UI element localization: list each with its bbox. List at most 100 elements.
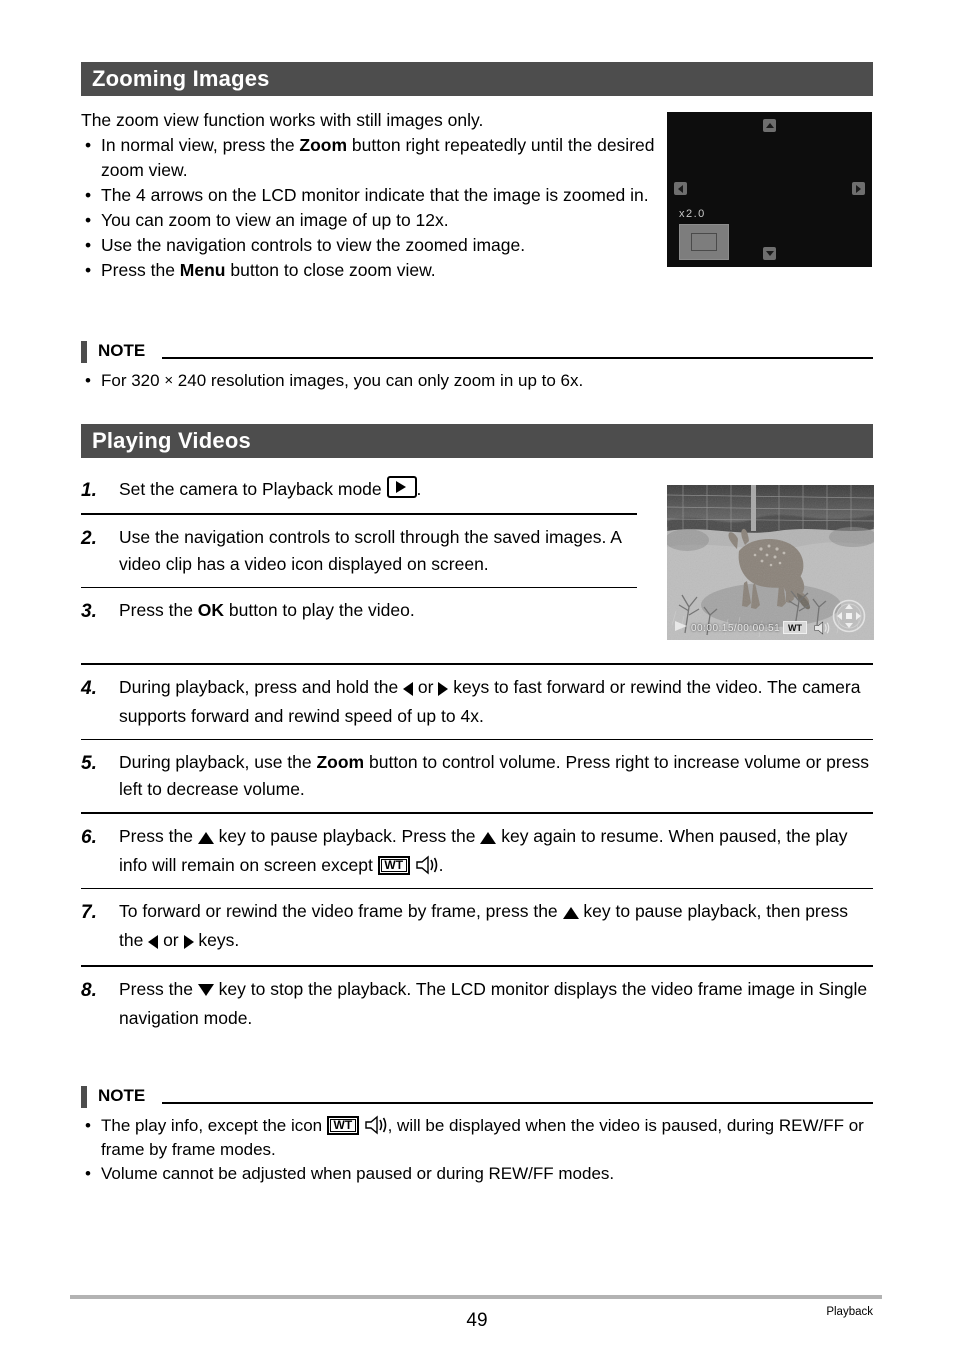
list-item: Use the navigation controls to view the … <box>81 233 656 258</box>
page-number: 49 <box>466 1310 488 1331</box>
step-4: 4. During playback, press and hold the o… <box>81 674 873 730</box>
step-number: 2. <box>81 527 97 549</box>
step-number: 7. <box>81 902 97 923</box>
step-text-part: button to play the video. <box>224 600 415 620</box>
bullet-text-post: button to close zoom view. <box>225 260 436 280</box>
step-text-part: To forward or rewind the video frame by … <box>119 901 563 921</box>
note-header: NOTE <box>81 340 873 364</box>
note-block-top: NOTE For 320 × 240 resolution images, yo… <box>81 340 873 393</box>
bullet-text-pre: Press the <box>101 260 180 280</box>
list-item: The 4 arrows on the LCD monitor indicate… <box>81 183 656 208</box>
step-text-part: key to stop the playback. The LCD monito… <box>119 978 868 1028</box>
arrow-up-key-icon <box>198 825 214 852</box>
speaker-volume-icon <box>415 855 437 874</box>
step-6: 6. Press the key to pause playback. Pres… <box>81 823 873 879</box>
step-text-part: During playback, use the <box>119 752 317 772</box>
step-text-part: Press the <box>119 825 198 846</box>
arrow-down-key-icon <box>198 978 214 1005</box>
list-item: In normal view, press the Zoom button ri… <box>81 133 656 183</box>
note-label: NOTE <box>98 341 146 360</box>
step-text: To forward or rewind the video frame by … <box>119 898 873 956</box>
step-separator <box>81 812 873 814</box>
wt-zoom-badge-icon: WT <box>377 855 410 875</box>
arrow-left-icon <box>674 182 687 195</box>
step-2: 2. Use the navigation controls to scroll… <box>81 524 873 578</box>
note-body: For 320 × 240 resolution images, you can… <box>81 369 873 393</box>
step-text: Use the navigation controls to scroll th… <box>119 526 621 574</box>
wt-label: WT <box>333 1118 353 1132</box>
step-separator <box>81 887 873 889</box>
note-body: The play info, except the icon WT , will… <box>81 1114 873 1186</box>
section-title: Playing Videos <box>92 428 251 453</box>
bullet-text-pre: You can zoom to view an image of up to 1… <box>101 210 449 230</box>
step-text: Press the key to stop the playback. The … <box>119 976 873 1032</box>
step-text: Press the key to pause playback. Press t… <box>119 823 873 879</box>
footer-section-label: Playback <box>826 1306 873 1318</box>
step-number: 6. <box>81 826 97 848</box>
note-accent-bar <box>81 341 87 363</box>
arrow-right-key-icon <box>438 676 448 703</box>
arrow-right-key-icon <box>184 929 194 956</box>
note-text-a: The play info, except the icon <box>101 1116 327 1135</box>
step-8: 8. Press the key to stop the playback. T… <box>81 976 873 1032</box>
step-text-part: . <box>416 479 422 499</box>
section-title: Zooming Images <box>92 66 270 91</box>
step-text-part: key to pause playback. Press the <box>213 825 481 846</box>
note-rule <box>162 357 873 359</box>
note-text-a: Volume cannot be adjusted when paused or… <box>101 1164 615 1183</box>
step-text: During playback, use the Zoom button to … <box>119 749 873 803</box>
step-text-part: Press the <box>119 978 198 999</box>
step-separator <box>81 965 873 967</box>
step-number: 3. <box>81 601 97 622</box>
wt-zoom-badge-icon: WT <box>326 1116 359 1135</box>
step-text-part: or <box>413 676 439 697</box>
bullet-text-bold: Menu <box>179 260 226 280</box>
arrow-up-key-icon <box>480 825 496 852</box>
note-rule <box>162 1102 873 1104</box>
zooming-images-lead-text: The zoom view function works with still … <box>81 110 484 130</box>
speaker-volume-icon <box>364 1115 386 1135</box>
footer-divider <box>70 1295 882 1299</box>
playing-videos-steps: 1. Set the camera to Playback mode . 2. … <box>81 476 873 1032</box>
zoom-navigator-frame <box>691 233 717 251</box>
step-text-part: Set the camera to Playback mode <box>119 479 387 499</box>
step-text-part: Press the <box>119 600 198 620</box>
arrow-up-key-icon <box>563 900 579 927</box>
step-separator <box>81 586 637 588</box>
step-3: 3. Press the OK button to play the video… <box>81 597 873 625</box>
zooming-images-bullet-list: In normal view, press the Zoom button ri… <box>81 133 656 283</box>
list-item: For 320 × 240 resolution images, you can… <box>81 369 873 393</box>
arrow-left-key-icon <box>148 929 158 956</box>
bullet-text-pre: Use the navigation controls to view the … <box>101 235 526 255</box>
section-header-playing-videos: Playing Videos <box>81 424 873 458</box>
note-label: NOTE <box>98 1086 146 1105</box>
note-accent-bar <box>81 1086 87 1108</box>
step-number: 5. <box>81 753 97 774</box>
step-separator <box>81 513 637 515</box>
lcd-zoom-view-screenshot: x2.0 <box>667 112 872 267</box>
note-block-bottom: NOTE The play info, except the icon WT ,… <box>81 1085 873 1186</box>
step-text-part: keys. <box>193 930 240 950</box>
step-text: During playback, press and hold the or k… <box>119 674 873 730</box>
list-item: Press the Menu button to close zoom view… <box>81 258 656 283</box>
arrow-left-key-icon <box>403 676 413 703</box>
list-item: The play info, except the icon WT , will… <box>81 1114 873 1162</box>
step-text-bold: Zoom <box>316 752 365 772</box>
step-5: 5. During playback, use the Zoom button … <box>81 749 873 803</box>
arrow-down-icon <box>763 247 776 260</box>
note-text-b: 240 resolution images, you can only zoom… <box>173 371 584 390</box>
zoom-ratio-label: x2.0 <box>679 208 706 220</box>
step-number: 8. <box>81 979 97 1001</box>
bullet-text-pre: The 4 arrows on the LCD monitor indicate… <box>101 185 649 205</box>
step-number: 1. <box>81 480 97 501</box>
manual-page: Zooming Images The zoom view function wo… <box>0 0 954 1357</box>
list-item: Volume cannot be adjusted when paused or… <box>81 1162 873 1186</box>
step-1: 1. Set the camera to Playback mode . <box>81 476 873 504</box>
zoom-navigator-thumbnail <box>679 224 729 260</box>
multiplication-sign-icon: × <box>164 372 174 389</box>
step-text-part: or <box>158 930 184 950</box>
step-text-bold: OK <box>197 600 225 620</box>
playback-mode-icon <box>386 476 417 498</box>
list-item: You can zoom to view an image of up to 1… <box>81 208 656 233</box>
step-text: Set the camera to Playback mode . <box>119 476 639 503</box>
